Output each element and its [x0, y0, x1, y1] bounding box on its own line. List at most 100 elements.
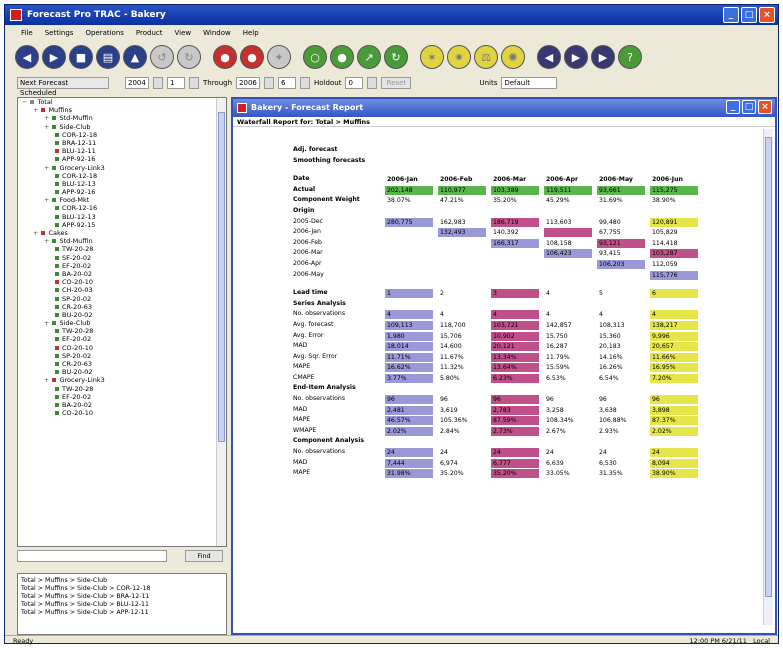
start-year-spinner[interactable]	[153, 77, 163, 89]
through-year-field[interactable]: 2006	[236, 77, 261, 89]
start-period-spinner[interactable]	[189, 77, 199, 89]
tree-node[interactable]: + Side-Club	[18, 319, 226, 327]
maximize-button[interactable]: □	[741, 7, 757, 23]
tree-node[interactable]: BLU-12-11	[18, 147, 226, 155]
red-stop-icon[interactable]: ●	[213, 45, 237, 69]
tree-node[interactable]: CR-20-63	[18, 303, 226, 311]
navy-print-icon[interactable]: ■	[69, 45, 93, 69]
tree-node[interactable]: + Grocery-Link3	[18, 164, 226, 172]
yellow-star-icon[interactable]: ✶	[420, 45, 444, 69]
menu-item-file[interactable]: File	[21, 25, 33, 41]
yellow-scale-icon[interactable]: ⚖	[474, 45, 498, 69]
tree-scrollbar[interactable]	[216, 98, 226, 546]
reset-button[interactable]: Reset	[381, 77, 412, 89]
green-chart-icon[interactable]: ↗	[357, 45, 381, 69]
report-minimize-button[interactable]: _	[726, 100, 740, 114]
units-dropdown[interactable]: Default	[501, 77, 558, 89]
search-input[interactable]	[17, 550, 167, 562]
tree-node[interactable]: CR-20-63	[18, 360, 226, 368]
tree-node[interactable]: BA-20-02	[18, 270, 226, 278]
tree-node[interactable]: + Std-Muffin	[18, 114, 226, 122]
green-check-icon[interactable]: ●	[330, 45, 354, 69]
tree-node[interactable]: SF-20-02	[18, 254, 226, 262]
tree-node[interactable]: APP-92-15	[18, 221, 226, 229]
green-cycle-icon[interactable]: ○	[303, 45, 327, 69]
expand-toggle-icon[interactable]: +	[44, 237, 49, 245]
menu-item-window[interactable]: Window	[203, 25, 231, 41]
purple-back-icon[interactable]: ◀	[537, 45, 561, 69]
expand-toggle-icon[interactable]: +	[44, 196, 49, 204]
tree-node[interactable]: TW-20-28	[18, 327, 226, 335]
path-item[interactable]: Total > Muffins > Side-Club > BRA-12-11	[21, 593, 223, 601]
expand-toggle-icon[interactable]: +	[44, 376, 49, 384]
through-period-field[interactable]: 6	[278, 77, 297, 89]
gray-undo-icon[interactable]: ↺	[150, 45, 174, 69]
path-item[interactable]: Total > Muffins > Side-Club > APP-12-11	[21, 609, 223, 617]
navy-nav-icon[interactable]: ▶	[42, 45, 66, 69]
menu-item-product[interactable]: Product	[136, 25, 163, 41]
yellow-burst-icon[interactable]: ✷	[447, 45, 471, 69]
expand-toggle-icon[interactable]: +	[33, 106, 38, 114]
navy-upload-icon[interactable]: ▲	[123, 45, 147, 69]
green-help-icon[interactable]: ?	[618, 45, 642, 69]
tree-node[interactable]: SP-20-02	[18, 295, 226, 303]
expand-toggle-icon[interactable]: +	[44, 123, 49, 131]
tree-node[interactable]: CO-20-10	[18, 278, 226, 286]
menu-item-view[interactable]: View	[175, 25, 192, 41]
expand-toggle-icon[interactable]: +	[44, 114, 49, 122]
path-item[interactable]: Total > Muffins > Side-Club > BLU-12-11	[21, 601, 223, 609]
expand-toggle-icon[interactable]: +	[33, 229, 38, 237]
tree-node[interactable]: BA-20-02	[18, 401, 226, 409]
path-item[interactable]: Total > Muffins > Side-Club	[21, 577, 223, 585]
start-period-field[interactable]: 1	[167, 77, 185, 89]
tree-node[interactable]: APP-92-16	[18, 188, 226, 196]
menu-item-help[interactable]: Help	[243, 25, 259, 41]
holdout-field[interactable]: 0	[345, 77, 364, 89]
tree-node[interactable]: CO-20-10	[18, 344, 226, 352]
gray-tool-icon[interactable]: ✦	[267, 45, 291, 69]
tree-node[interactable]: BRA-12-11	[18, 139, 226, 147]
path-item[interactable]: Total > Muffins > Side-Club > COR-12-18	[21, 585, 223, 593]
minimize-button[interactable]: _	[723, 7, 739, 23]
tree-node[interactable]: TW-20-28	[18, 245, 226, 253]
tree-node[interactable]: SP-20-02	[18, 352, 226, 360]
navy-save-icon[interactable]: ▤	[96, 45, 120, 69]
tree-node[interactable]: BLU-12-13	[18, 180, 226, 188]
tree-node[interactable]: EF-20-02	[18, 393, 226, 401]
tree-node[interactable]: CH-20-03	[18, 286, 226, 294]
holdout-spinner[interactable]	[367, 77, 378, 89]
tree-node[interactable]: − Total	[18, 98, 226, 106]
tree-node[interactable]: APP-92-16	[18, 155, 226, 163]
tree-node[interactable]: EF-20-02	[18, 335, 226, 343]
tree-node[interactable]: + Side-Club	[18, 123, 226, 131]
through-year-spinner[interactable]	[264, 77, 275, 89]
expand-toggle-icon[interactable]: +	[44, 164, 49, 172]
tree-node[interactable]: COR-12-18	[18, 172, 226, 180]
find-button[interactable]: Find	[185, 550, 223, 562]
menu-item-operations[interactable]: Operations	[85, 25, 123, 41]
tree-node[interactable]: COR-12-16	[18, 204, 226, 212]
expand-toggle-icon[interactable]: +	[44, 319, 49, 327]
tree-node[interactable]: + Food-Mkt	[18, 196, 226, 204]
tree-node[interactable]: COR-12-18	[18, 131, 226, 139]
green-refresh-icon[interactable]: ↻	[384, 45, 408, 69]
report-maximize-button[interactable]: □	[742, 100, 756, 114]
navy-nav-icon[interactable]: ◀	[15, 45, 39, 69]
red-record-icon[interactable]: ●	[240, 45, 264, 69]
menu-item-settings[interactable]: Settings	[45, 25, 74, 41]
tree-node[interactable]: + Std-Muffin	[18, 237, 226, 245]
close-button[interactable]: ×	[759, 7, 775, 23]
expand-toggle-icon[interactable]: −	[22, 98, 27, 106]
item-field[interactable]: Next Forecast Scheduled	[17, 77, 109, 97]
hierarchy-tree[interactable]: − Total + Muffins + Std-Muffin + Side-Club COR-1…	[17, 97, 227, 547]
purple-forward-icon[interactable]: ▶	[564, 45, 588, 69]
tree-node[interactable]: CO-20-10	[18, 409, 226, 417]
gray-redo-icon[interactable]: ↻	[177, 45, 201, 69]
tree-node[interactable]: + Cakes	[18, 229, 226, 237]
start-year-field[interactable]: 2004	[125, 77, 149, 89]
purple-end-icon[interactable]: ▶	[591, 45, 615, 69]
tree-node[interactable]: BLU-12-13	[18, 213, 226, 221]
tree-node[interactable]: + Muffins	[18, 106, 226, 114]
tree-node[interactable]: EF-20-02	[18, 262, 226, 270]
tree-node[interactable]: + Grocery-Link3	[18, 376, 226, 384]
